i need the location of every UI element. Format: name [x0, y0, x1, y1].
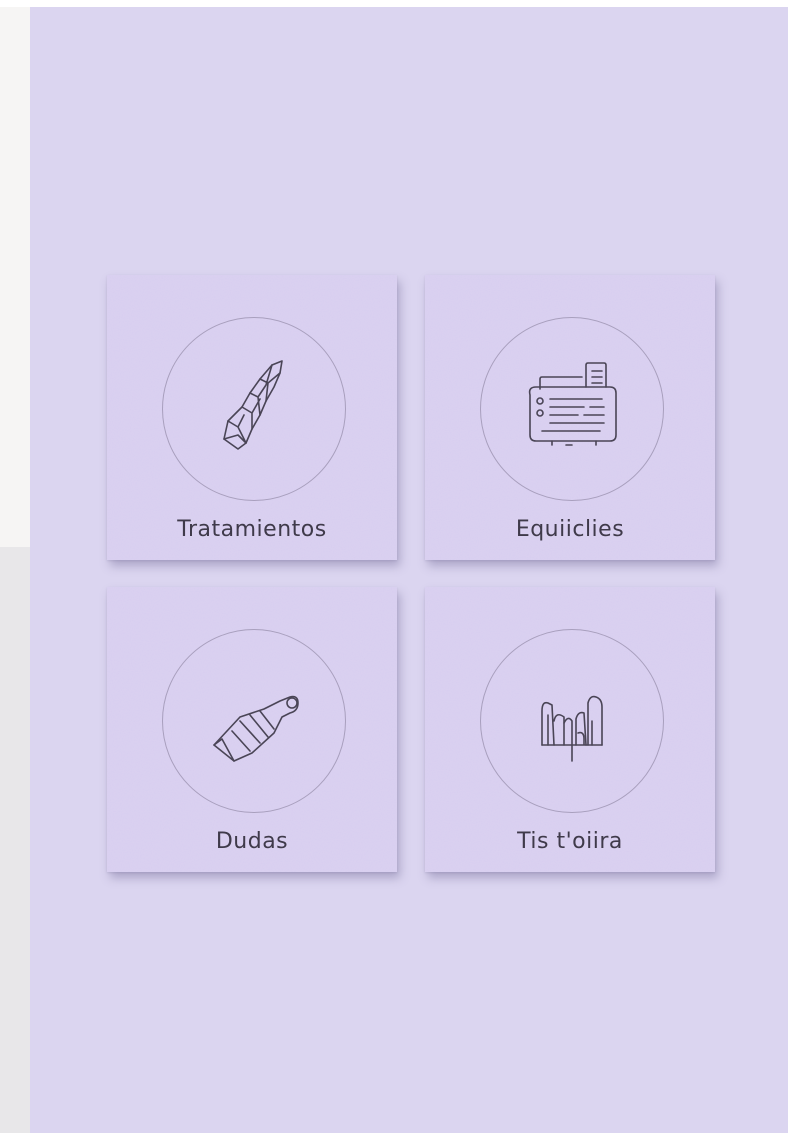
tile-label: Tis t'oiira: [517, 829, 623, 854]
crystal-icon: [223, 360, 283, 450]
left-margin-upper: [0, 7, 30, 547]
tile-tratamientos[interactable]: Tratamientos: [107, 275, 397, 560]
sculpture-icon: [541, 695, 603, 762]
wrapped-bandage-icon: [213, 695, 299, 762]
tile-tis-toiira[interactable]: Tis t'oiira: [425, 587, 715, 872]
fax-machine-icon: [528, 362, 617, 446]
tile-label: Tratamientos: [177, 517, 327, 542]
tile-label: Equiiclies: [515, 517, 625, 542]
tile-equiiclies[interactable]: Equiiclies: [425, 275, 715, 560]
lavender-panel: Tratamientos Equiiclies Dudas Tis t'oiir…: [30, 7, 788, 1133]
left-margin-lower: [0, 547, 30, 1133]
tile-label: Dudas: [215, 829, 289, 854]
top-edge: [0, 0, 788, 7]
tile-dudas[interactable]: Dudas: [107, 587, 397, 872]
